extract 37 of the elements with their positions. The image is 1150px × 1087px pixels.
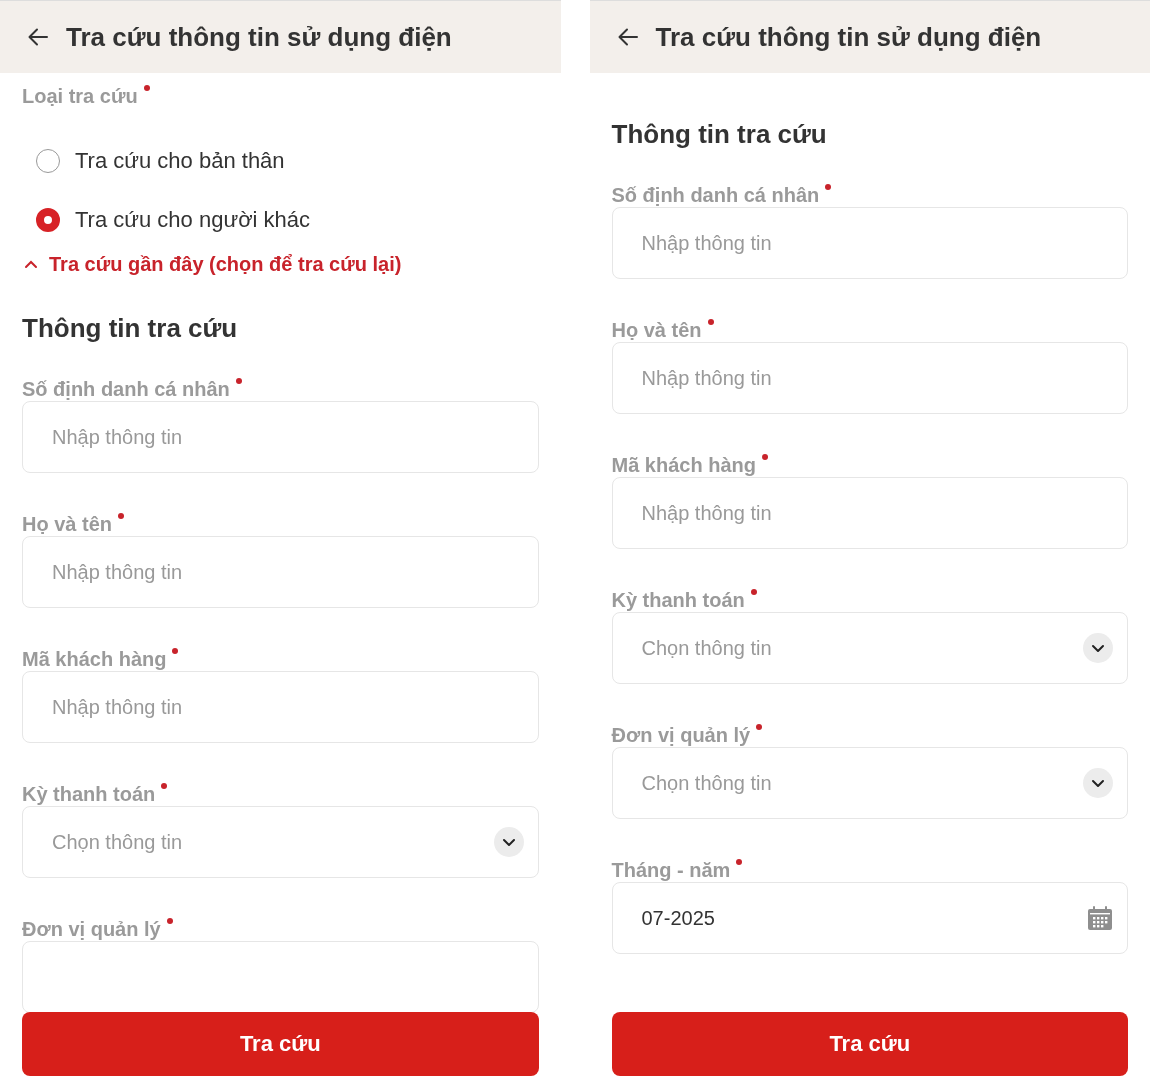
field-label: Loại tra cứu [22,84,138,109]
field-label: Số định danh cá nhân [22,377,230,402]
field-label: Mã khách hàng [611,453,756,478]
field-label: Họ và tên [611,318,702,343]
search-button[interactable]: Tra cứu [22,1012,539,1076]
search-button[interactable]: Tra cứu [611,1012,1128,1076]
input-field[interactable]: Nhập thông tin [22,671,539,743]
select-field[interactable]: Chọn thông tin [611,612,1128,684]
field-label: Kỳ thanh toán [611,588,745,613]
field-label: Mã khách hàng [22,647,167,672]
screen-title: Tra cứu thông tin sử dụng điện [655,21,1042,53]
input-field[interactable]: Nhập thông tin [611,342,1128,414]
radio-label[interactable]: Tra cứu cho người khác [75,206,311,233]
input-field[interactable]: Nhập thông tin [22,401,539,473]
input-field[interactable]: Nhập thông tin [611,207,1128,279]
input-field[interactable]: Nhập thông tin [611,477,1128,549]
input-field[interactable]: Nhập thông tin [22,536,539,608]
field-label: Kỳ thanh toán [22,782,156,807]
field-label: Số định danh cá nhân [611,183,820,208]
chevron-down-icon [1083,633,1113,663]
radio-label[interactable]: Tra cứu cho bản thân [75,147,285,174]
screen-title: Tra cứu thông tin sử dụng điện [66,21,452,53]
select-field[interactable]: Chọn thông tin [22,806,539,878]
chevron-down-icon [493,827,524,857]
select-field[interactable]: Chọn thông tin [611,747,1128,819]
date-field[interactable]: 07-2025 [611,882,1128,954]
recent-searches-link[interactable]: Tra cứu gần đây (chọn để tra cứu lại) [22,249,539,279]
field-label: Đơn vị quản lý [22,917,161,942]
field-label: Đơn vị quản lý [611,723,751,748]
field-label: Tháng - năm [611,858,731,883]
field-label: Họ và tên [22,512,113,537]
radio-button[interactable] [36,207,60,232]
chevron-down-icon [1083,768,1113,798]
section-title: Thông tin tra cứu [22,313,239,345]
calendar-icon [1087,905,1113,931]
section-title: Thông tin tra cứu [611,119,828,151]
caret-icon [25,260,37,268]
